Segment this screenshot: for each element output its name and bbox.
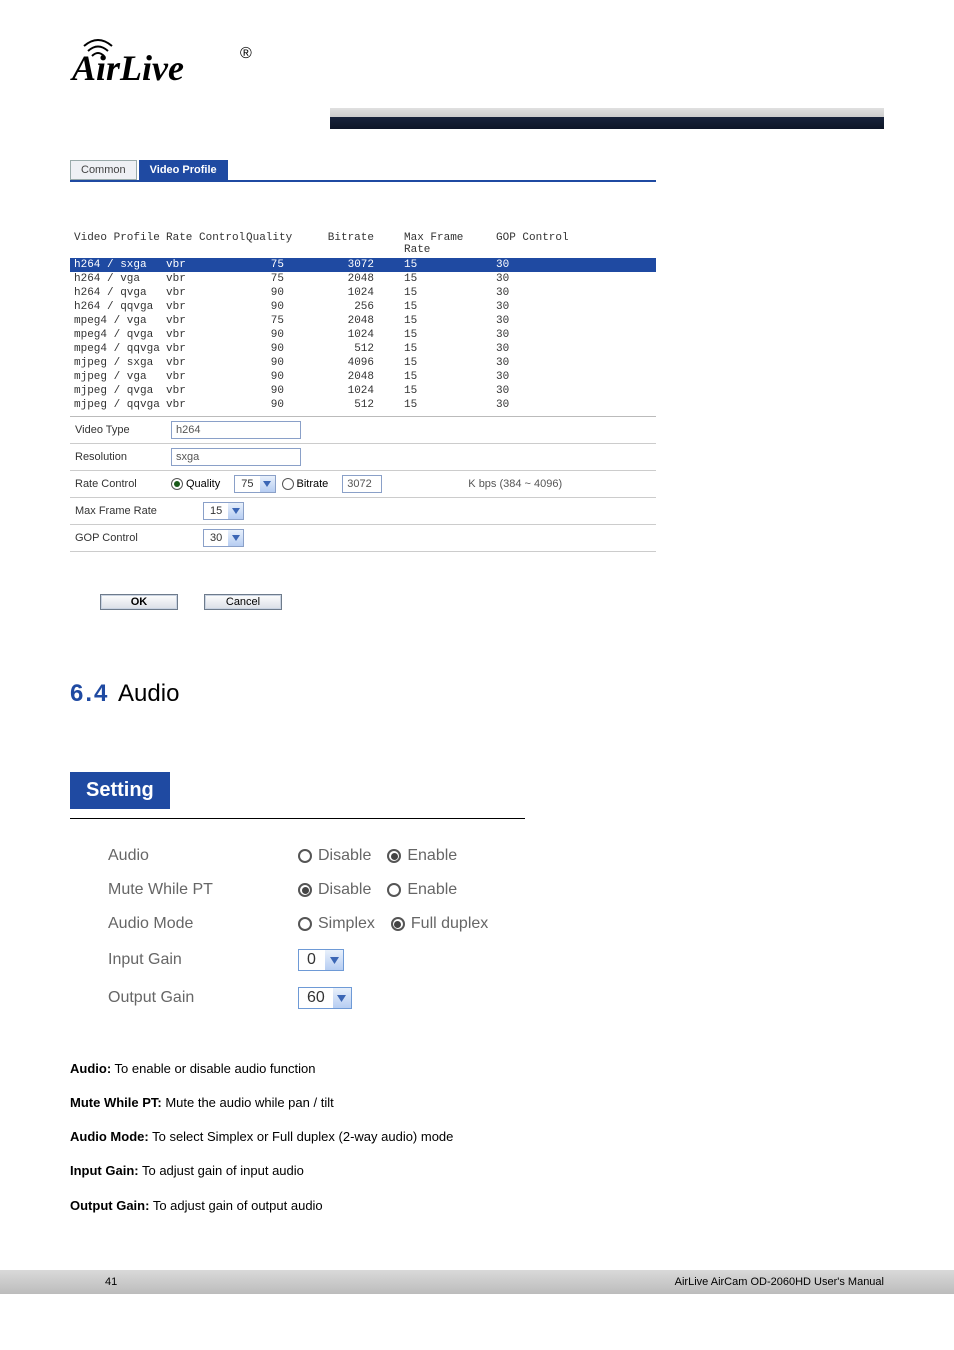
table-row[interactable]: mjpeg / sxgavbr9040961530 [70, 356, 656, 370]
max-frame-rate-select[interactable]: 15 [203, 502, 244, 520]
section-number: 6.4 [70, 680, 118, 707]
table-row[interactable]: h264 / qvgavbr9010241530 [70, 286, 656, 300]
output-gain-select[interactable]: 60 [298, 987, 352, 1009]
ok-button[interactable]: OK [100, 594, 178, 610]
mute-disable-radio[interactable]: Disable [298, 881, 371, 899]
tab-video-profile[interactable]: Video Profile [139, 160, 228, 180]
col-video-profile: Video Profile [74, 232, 166, 256]
full-duplex-radio[interactable]: Full duplex [391, 915, 488, 933]
mute-enable-radio[interactable]: Enable [387, 881, 457, 899]
page-number: 41 [105, 1276, 117, 1288]
svg-text:AirLive: AirLive [70, 48, 184, 88]
setting-divider [70, 817, 525, 819]
description-text: Audio: To enable or disable audio functi… [70, 1059, 670, 1216]
table-row[interactable]: mjpeg / vgavbr9020481530 [70, 370, 656, 384]
audio-enable-radio[interactable]: Enable [387, 847, 457, 865]
bitrate-radio-label: Bitrate [297, 478, 329, 490]
audio-mode-label: Audio Mode [108, 915, 298, 933]
tab-underline [70, 180, 656, 182]
table-row[interactable]: mpeg4 / qvgavbr9010241530 [70, 328, 656, 342]
mute-pt-label: Mute While PT [108, 881, 298, 899]
table-row[interactable]: mpeg4 / vgavbr7520481530 [70, 314, 656, 328]
output-gain-label: Output Gain [108, 989, 298, 1007]
setting-head: Setting [70, 772, 170, 809]
gop-control-label: GOP Control [75, 532, 165, 544]
col-gop: GOP Control [496, 232, 576, 256]
simplex-radio[interactable]: Simplex [298, 915, 375, 933]
table-row[interactable]: mjpeg / qvgavbr9010241530 [70, 384, 656, 398]
max-frame-rate-label: Max Frame Rate [75, 505, 165, 517]
tab-common[interactable]: Common [70, 160, 137, 180]
bitrate-input[interactable] [342, 475, 382, 493]
col-quality: Quality [246, 232, 312, 256]
col-max-frame: Max Frame Rate [398, 232, 496, 256]
footer-title: AirLive AirCam OD-2060HD User's Manual [675, 1276, 884, 1288]
table-header: Video Profile Rate Control Quality Bitra… [70, 230, 656, 258]
logo: AirLive ® [70, 28, 884, 90]
rate-quality-radio[interactable]: Quality [171, 478, 220, 490]
video-type-label: Video Type [75, 424, 165, 436]
resolution-label: Resolution [75, 451, 165, 463]
rate-control-label: Rate Control [75, 478, 165, 490]
table-row[interactable]: mjpeg / qqvgavbr905121530 [70, 398, 656, 412]
input-gain-select[interactable]: 0 [298, 949, 344, 971]
quality-value: 75 [235, 478, 259, 490]
audio-disable-radio[interactable]: Disable [298, 847, 371, 865]
audio-label: Audio [108, 847, 298, 865]
header-decor [330, 108, 884, 130]
section-title: Audio [118, 680, 179, 707]
table-row[interactable]: h264 / qqvgavbr902561530 [70, 300, 656, 314]
table-row[interactable]: h264 / vgavbr7520481530 [70, 272, 656, 286]
resolution-input[interactable] [171, 448, 301, 466]
output-gain-value: 60 [299, 989, 333, 1007]
footer: 41 AirLive AirCam OD-2060HD User's Manua… [0, 1270, 954, 1294]
gop-value: 30 [204, 532, 228, 544]
col-bitrate: Bitrate [312, 232, 398, 256]
kbps-hint: K bps (384 ~ 4096) [468, 478, 562, 490]
input-gain-label: Input Gain [108, 951, 298, 969]
svg-text:®: ® [240, 45, 252, 62]
cancel-button[interactable]: Cancel [204, 594, 282, 610]
quality-radio-label: Quality [186, 478, 220, 490]
video-type-input[interactable] [171, 421, 301, 439]
rate-bitrate-radio[interactable]: Bitrate [282, 478, 329, 490]
table-row[interactable]: mpeg4 / qqvgavbr905121530 [70, 342, 656, 356]
input-gain-value: 0 [299, 951, 325, 969]
gop-control-select[interactable]: 30 [203, 529, 244, 547]
mfr-value: 15 [204, 505, 228, 517]
tabstrip: Common Video Profile [70, 160, 656, 180]
quality-select[interactable]: 75 [234, 475, 275, 493]
table-row[interactable]: h264 / sxgavbr7530721530 [70, 258, 656, 272]
col-rate-control: Rate Control [166, 232, 246, 256]
